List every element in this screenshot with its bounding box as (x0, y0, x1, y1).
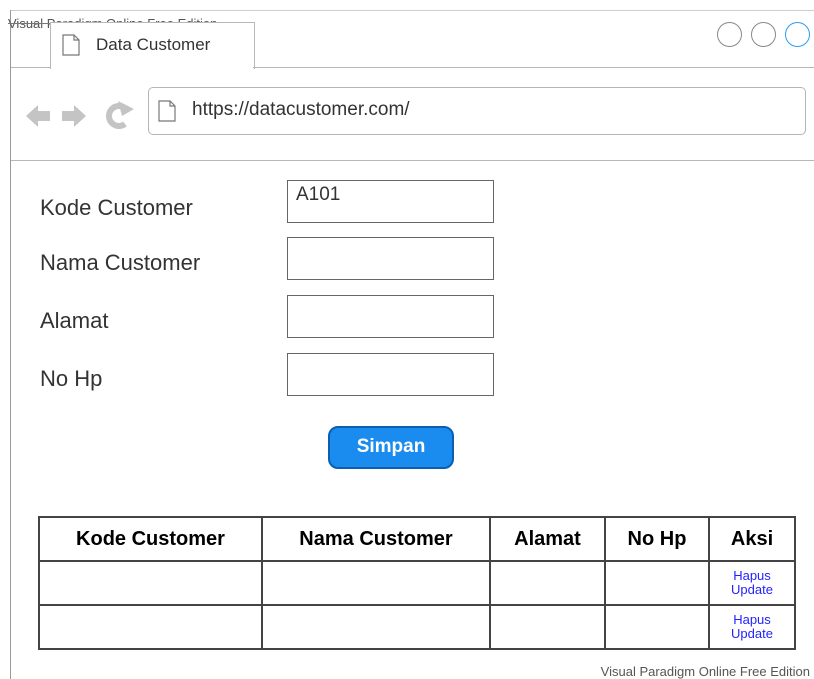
update-link[interactable]: Update (710, 583, 794, 597)
nama-customer-label: Nama Customer (40, 250, 201, 275)
url-text: https://datacustomer.com/ (192, 99, 410, 120)
tab-bar-divider (253, 67, 814, 68)
no-hp-label: No Hp (40, 366, 103, 391)
page-icon (158, 100, 176, 122)
cell-aksi: Hapus Update (708, 560, 796, 606)
watermark-bottom: Visual Paradigm Online Free Edition (600, 664, 810, 679)
cell-kode (38, 560, 263, 606)
simpan-button[interactable]: Simpan (328, 426, 454, 469)
forward-icon[interactable] (62, 105, 86, 127)
cell-no-hp (604, 604, 710, 650)
window-maximize-button[interactable] (751, 22, 776, 47)
hapus-link[interactable]: Hapus (710, 613, 794, 627)
cell-nama (261, 604, 491, 650)
cell-aksi: Hapus Update (708, 604, 796, 650)
alamat-input[interactable] (287, 295, 494, 338)
navigation-buttons (26, 101, 134, 129)
tab-title: Data Customer (96, 35, 211, 54)
window-close-button[interactable] (785, 22, 810, 47)
nama-customer-input[interactable] (287, 237, 494, 280)
cell-kode (38, 604, 263, 650)
window-left-border (10, 10, 11, 679)
update-link[interactable]: Update (710, 627, 794, 641)
back-icon[interactable] (26, 105, 50, 127)
window-top-border (10, 10, 814, 11)
reload-icon[interactable] (106, 101, 134, 129)
toolbar-divider (11, 160, 814, 161)
column-header-nama: Nama Customer (261, 516, 491, 562)
no-hp-input[interactable] (287, 353, 494, 396)
column-header-no-hp: No Hp (604, 516, 710, 562)
page-icon (62, 34, 80, 56)
cell-alamat (489, 560, 606, 606)
table-row: Hapus Update (38, 560, 796, 606)
column-header-alamat: Alamat (489, 516, 606, 562)
cell-alamat (489, 604, 606, 650)
column-header-aksi: Aksi (708, 516, 796, 562)
alamat-label: Alamat (40, 308, 109, 333)
kode-customer-label: Kode Customer (40, 195, 193, 220)
window-minimize-button[interactable] (717, 22, 742, 47)
table-header-row: Kode Customer Nama Customer Alamat No Hp… (38, 516, 796, 562)
kode-customer-input[interactable]: A101 (287, 180, 494, 223)
table-row: Hapus Update (38, 604, 796, 650)
cell-no-hp (604, 560, 710, 606)
customer-table: Kode Customer Nama Customer Alamat No Hp… (38, 516, 796, 650)
cell-nama (261, 560, 491, 606)
column-header-kode: Kode Customer (38, 516, 263, 562)
hapus-link[interactable]: Hapus (710, 569, 794, 583)
tab-bar-divider (11, 67, 51, 68)
